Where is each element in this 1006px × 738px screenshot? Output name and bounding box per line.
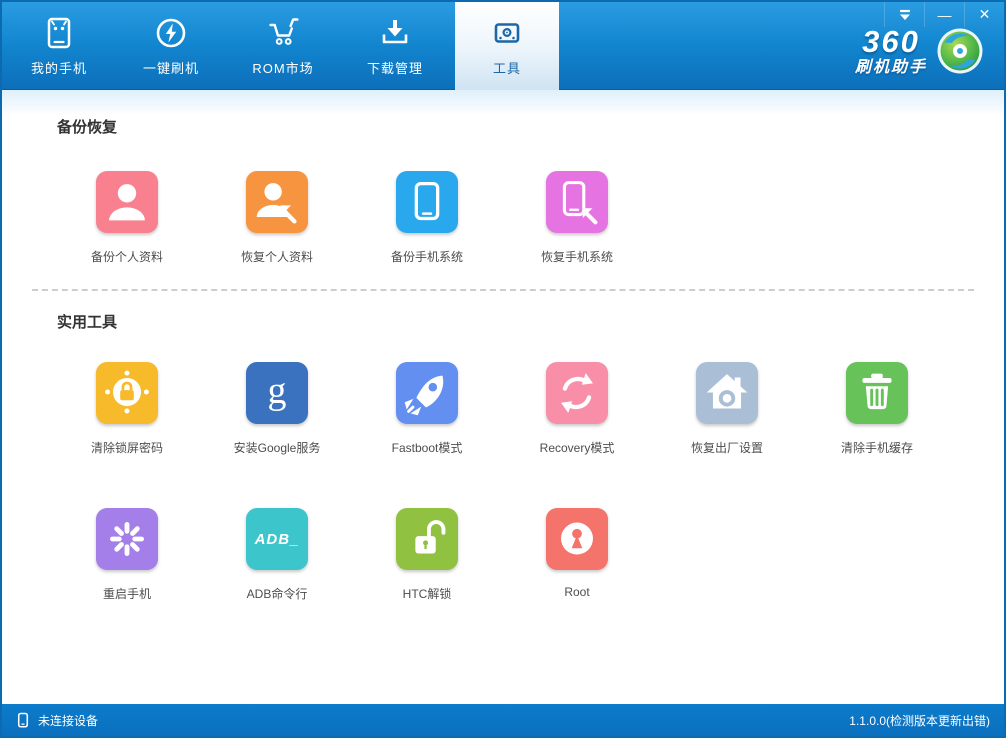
tab-label: 一键刷机 [142,61,199,76]
brand: 360 刷机助手 [855,26,984,76]
tool-label: ADB命令行 [246,587,308,601]
dashed-divider [32,289,974,291]
rom-market-cart-icon [269,18,299,45]
rocket-icon [404,375,444,416]
lock-target-icon [105,370,149,414]
unlock-icon [415,520,446,554]
360-logo-icon [937,28,983,74]
window-controls: — ✕ [884,2,1004,27]
tool-label: Root [564,585,590,599]
tool-restore-personal[interactable]: 恢复个人资料 [202,171,352,265]
home-reset-icon [706,374,748,409]
tools-grid-row2: 重启手机 ADB_ ADB命令行 HTC解锁 Root [52,508,1004,602]
root-keyhole-icon [561,522,593,555]
tab-label: ROM市场 [252,61,314,76]
tab-download-manager[interactable]: 下载管理 [343,2,447,90]
tool-label: 重启手机 [102,587,151,601]
brand-subtitle: 刷机助手 [854,59,927,76]
spinner-icon [110,522,144,556]
my-phone-icon [47,17,71,49]
phone-icon [414,181,440,221]
phone-status-icon [17,712,29,728]
tool-label: 备份手机系统 [390,250,463,264]
tool-htc-unlock[interactable]: HTC解锁 [352,508,502,602]
close-button[interactable]: ✕ [964,2,1004,27]
tool-label: 恢复个人资料 [240,250,313,264]
tool-label: 清除手机缓存 [840,441,913,455]
tool-label: Recovery模式 [539,441,615,455]
refresh-icon [561,373,593,413]
backup-grid: 备份个人资料 恢复个人资料 备份手机系统 恢复手机系统 [52,171,1004,265]
tool-factory-reset[interactable]: 恢复出厂设置 [652,362,802,456]
brand-text: 360 刷机助手 [855,26,927,76]
tool-backup-system[interactable]: 备份手机系统 [352,171,502,265]
tool-reboot-phone[interactable]: 重启手机 [52,508,202,602]
tab-one-key-flash[interactable]: 一键刷机 [119,2,223,90]
tool-label: Fastboot模式 [391,441,463,455]
header: 我的手机 一键刷机 ROM市场 下载管理 工具 — ✕ 360 刷机助手 [2,2,1004,90]
tab-label: 我的手机 [30,61,87,76]
status-bar: 未连接设备 1.1.0.0(检测版本更新出错) [2,704,1004,736]
tool-restore-system[interactable]: 恢复手机系统 [502,171,652,265]
menu-chevron-icon [899,9,910,20]
app-window: 我的手机 一键刷机 ROM市场 下载管理 工具 — ✕ 360 刷机助手 备份恢… [0,0,1006,738]
section-title-backup: 备份恢复 [57,119,118,136]
person-restore-icon [256,183,297,224]
main-content: 备份恢复 备份个人资料 恢复个人资料 备份手机系统 恢复手机系统 实用工具 清除… [2,90,1004,704]
tool-label: 恢复手机系统 [540,250,613,264]
menu-button[interactable] [884,2,924,27]
tool-fastboot-mode[interactable]: Fastboot模式 [352,362,502,456]
google-g-icon: g [267,370,287,412]
tool-recovery-mode[interactable]: Recovery模式 [502,362,652,456]
tab-rom-market[interactable]: ROM市场 [231,2,335,90]
tools-grid-row1: 清除锁屏密码 g 安装Google服务 Fastboot模式 Recovery模… [52,362,1004,456]
trash-icon [862,373,892,410]
tab-label: 下载管理 [366,61,423,76]
phone-restore-icon [562,181,598,225]
tool-backup-personal[interactable]: 备份个人资料 [52,171,202,265]
tool-adb-command-line[interactable]: ADB_ ADB命令行 [202,508,352,602]
tool-install-google-services[interactable]: g 安装Google服务 [202,362,352,456]
tool-label: 安装Google服务 [233,441,321,455]
adb-terminal-icon: ADB_ [254,530,300,548]
minimize-button[interactable]: — [924,2,964,27]
version-text[interactable]: 1.1.0.0(检测版本更新出错) [849,712,990,729]
device-status: 未连接设备 [16,712,98,729]
person-icon [109,184,145,221]
section-title-tools: 实用工具 [57,314,118,331]
tool-label: 清除锁屏密码 [90,441,163,455]
tool-label: 恢复出厂设置 [690,441,763,455]
one-key-flash-icon [156,18,186,48]
tab-label: 工具 [492,61,521,76]
toolbox-icon [494,23,520,43]
device-status-text: 未连接设备 [38,713,99,728]
brand-360: 360 [862,24,920,59]
tool-clear-cache[interactable]: 清除手机缓存 [802,362,952,456]
download-manager-icon [382,20,408,44]
tab-tools[interactable]: 工具 [455,2,559,90]
tool-clear-lock-password[interactable]: 清除锁屏密码 [52,362,202,456]
tool-label: 备份个人资料 [90,250,163,264]
tool-root[interactable]: Root [502,508,652,602]
tool-label: HTC解锁 [402,587,452,601]
nav-tabs: 我的手机 一键刷机 ROM市场 下载管理 工具 [7,2,559,90]
tab-my-phone[interactable]: 我的手机 [7,2,111,90]
